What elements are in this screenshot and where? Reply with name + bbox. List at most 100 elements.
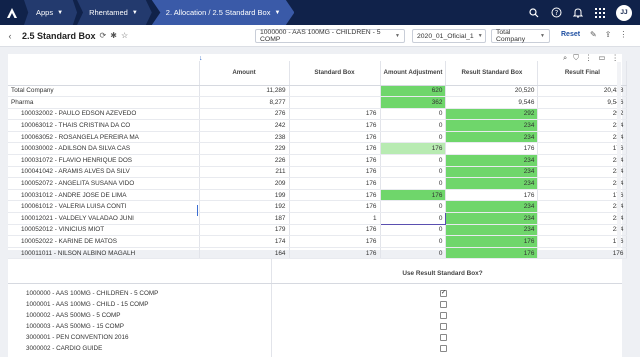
table-row[interactable]: 100041042 - ARAMIS ALVES DA SILV 211 176 0 2… — [8, 166, 628, 179]
company-filter-dropdown[interactable]: Total Company ▼ — [491, 29, 550, 43]
star-icon[interactable]: ☆ — [121, 31, 128, 40]
more-icon[interactable]: ⋮ — [619, 30, 627, 39]
cell-amount-adjustment[interactable]: 0 — [380, 154, 447, 167]
cell-standard-box[interactable]: 176 — [289, 131, 381, 144]
cell-result-standard-box[interactable]: 9,546 — [445, 96, 539, 109]
cell-amount[interactable]: 164 — [199, 247, 290, 260]
cell-amount[interactable]: 192 — [199, 200, 290, 214]
table-row[interactable]: 100063012 - THAIS CRISTINA DA CO 242 176 0 2… — [8, 119, 628, 132]
grid-icon[interactable] — [594, 7, 606, 19]
cell-result-standard-box[interactable]: 234 — [445, 131, 539, 144]
cell-result-standard-box[interactable]: 234 — [445, 177, 539, 190]
refresh-icon[interactable]: ⟳ — [100, 31, 107, 40]
cell-standard-box[interactable]: 176 — [289, 189, 381, 202]
cell-result-final[interactable]: 176 — [537, 247, 628, 260]
cell-result-final[interactable]: 9,546 — [537, 96, 628, 109]
cell-result-final[interactable]: 234 — [537, 154, 628, 167]
column-header-result-final[interactable]: Result Final — [537, 61, 628, 86]
cell-result-final[interactable]: 234 — [537, 224, 628, 237]
cell-result-final[interactable]: 176 — [537, 189, 628, 202]
search-icon[interactable] — [528, 7, 540, 19]
cell-result-final[interactable]: 20,438 — [537, 85, 628, 98]
cell-result-standard-box[interactable]: 176 — [445, 189, 539, 202]
cell-result-standard-box[interactable]: 234 — [445, 212, 539, 225]
cell-standard-box[interactable] — [289, 85, 381, 98]
cell-result-standard-box[interactable]: 176 — [445, 235, 539, 248]
cell-standard-box[interactable]: 176 — [289, 154, 381, 167]
column-header-standard-box[interactable]: Standard Box — [289, 61, 381, 86]
cell-amount-adjustment[interactable]: 0 — [380, 224, 447, 237]
share-icon[interactable]: ⇪ — [605, 30, 612, 39]
cell-standard-box[interactable]: 176 — [289, 235, 381, 248]
cell-amount-adjustment[interactable]: 0 — [380, 200, 447, 214]
cell-amount-adjustment[interactable]: 0 — [380, 177, 447, 190]
workspace-menu[interactable]: Rhentamed ▼ — [77, 0, 152, 25]
cell-amount-adjustment[interactable]: 0 — [380, 131, 447, 144]
apps-menu[interactable]: Apps ▼ — [24, 0, 78, 25]
cell-standard-box[interactable]: 176 — [289, 166, 381, 179]
back-arrow-icon[interactable]: ‹ — [2, 31, 18, 41]
cell-amount-adjustment[interactable]: 0 — [380, 247, 447, 260]
table-row[interactable]: 100063052 - ROSANGELA PEREIRA MA 238 176 0 2… — [8, 131, 628, 144]
avatar[interactable]: JJ — [616, 4, 632, 21]
cell-standard-box[interactable]: 176 — [289, 142, 381, 156]
cell-standard-box[interactable]: 176 — [289, 108, 381, 121]
cell-result-standard-box[interactable]: 20,520 — [445, 85, 539, 98]
cell-standard-box[interactable]: 176 — [289, 119, 381, 132]
breadcrumb-page-menu[interactable]: 2. Allocation / 2.5 Standard Box ▼ — [151, 0, 295, 25]
version-filter-dropdown[interactable]: 2020_01_Oficial_1 ▼ — [412, 29, 486, 43]
cell-amount[interactable]: 199 — [199, 189, 290, 202]
column-header-amount-adjustment[interactable]: Amount Adjustment — [380, 61, 447, 86]
cell-result-standard-box[interactable]: 234 — [445, 154, 539, 167]
cell-amount[interactable]: 179 — [199, 224, 290, 237]
use-result-checkbox[interactable]: ✓ — [440, 290, 447, 297]
cell-amount[interactable]: 8,277 — [199, 96, 290, 109]
use-result-checkbox[interactable] — [440, 312, 447, 319]
cell-amount-adjustment[interactable]: 620 — [380, 85, 447, 98]
cell-result-standard-box[interactable]: 234 — [445, 200, 539, 214]
cell-standard-box[interactable]: 176 — [289, 177, 381, 190]
pencil-icon[interactable]: ✎ — [590, 30, 597, 39]
cell-amount[interactable]: 229 — [199, 142, 290, 156]
table-row[interactable]: 100052012 - VINICIUS MIOT1791760234234 — [8, 224, 628, 237]
cell-amount-adjustment[interactable]: 0 — [380, 108, 447, 121]
cell-amount[interactable]: 276 — [199, 108, 290, 121]
cell-standard-box[interactable]: 1 — [289, 212, 381, 225]
table-row[interactable]: Total Company 11,289 620 20,520 20,438 — [8, 85, 628, 98]
table-row[interactable]: 100012021 - VALDELY VALADAO JUNI 187 1 0 234… — [8, 212, 628, 225]
cell-amount[interactable]: 174 — [199, 235, 290, 248]
use-result-checkbox[interactable] — [440, 301, 447, 308]
column-header-result-standard-box[interactable]: Result Standard Box — [445, 61, 539, 86]
cell-result-final[interactable]: 234 — [537, 212, 628, 225]
bell-icon[interactable] — [572, 7, 584, 19]
anaplan-logo-icon[interactable] — [0, 0, 24, 25]
table-row[interactable]: 100032002 - PAULO EDSON AZEVEDO 276 176 0 29… — [8, 108, 628, 121]
use-result-checkbox[interactable] — [440, 345, 447, 352]
cell-amount-adjustment[interactable]: 0 — [380, 119, 447, 132]
cell-amount-adjustment[interactable]: 0 — [380, 235, 447, 248]
cell-amount-adjustment[interactable]: 176 — [380, 142, 447, 156]
table-row[interactable]: 100061012 - VALERIA LUISA CONTI 192 176 0 23… — [8, 200, 628, 214]
table-row[interactable]: Pharma 8,277 362 9,546 9,546 — [8, 96, 628, 109]
column-header-amount[interactable]: Amount — [199, 61, 290, 86]
use-result-checkbox[interactable] — [440, 323, 447, 330]
cell-amount[interactable]: 11,289 — [199, 85, 290, 98]
help-icon[interactable]: ? — [550, 7, 562, 19]
cell-result-standard-box[interactable]: 234 — [445, 119, 539, 132]
cell-result-final[interactable]: 176 — [537, 235, 628, 248]
cell-amount[interactable]: 226 — [199, 154, 290, 167]
table-row[interactable]: 100030002 - ADILSON DA SILVA CAS 229 176 17… — [8, 142, 628, 156]
cell-amount-adjustment[interactable]: 0 — [380, 166, 447, 179]
table-row[interactable]: 100052072 - ANGELITA SUSANA VIDO 209 176 0 2… — [8, 177, 628, 190]
cell-result-final[interactable]: 234 — [537, 177, 628, 190]
cell-result-final[interactable]: 176 — [537, 142, 628, 156]
table-row[interactable]: 100011011 - NILSON ALBINO MAGALH 164 176 0 1… — [8, 247, 628, 260]
cell-result-standard-box[interactable]: 176 — [445, 247, 539, 260]
cell-amount[interactable]: 238 — [199, 131, 290, 144]
cell-result-standard-box[interactable]: 176 — [445, 142, 539, 156]
product-filter-dropdown[interactable]: 1000000 - AAS 100MG - CHILDREN - 5 COMP … — [255, 29, 405, 43]
cell-amount-adjustment[interactable]: 176 — [380, 189, 447, 202]
cell-amount[interactable]: 209 — [199, 177, 290, 190]
cell-result-standard-box[interactable]: 292 — [445, 108, 539, 121]
table-row[interactable]: 100052022 - KARINE DE MATOS1741760176176 — [8, 235, 628, 248]
